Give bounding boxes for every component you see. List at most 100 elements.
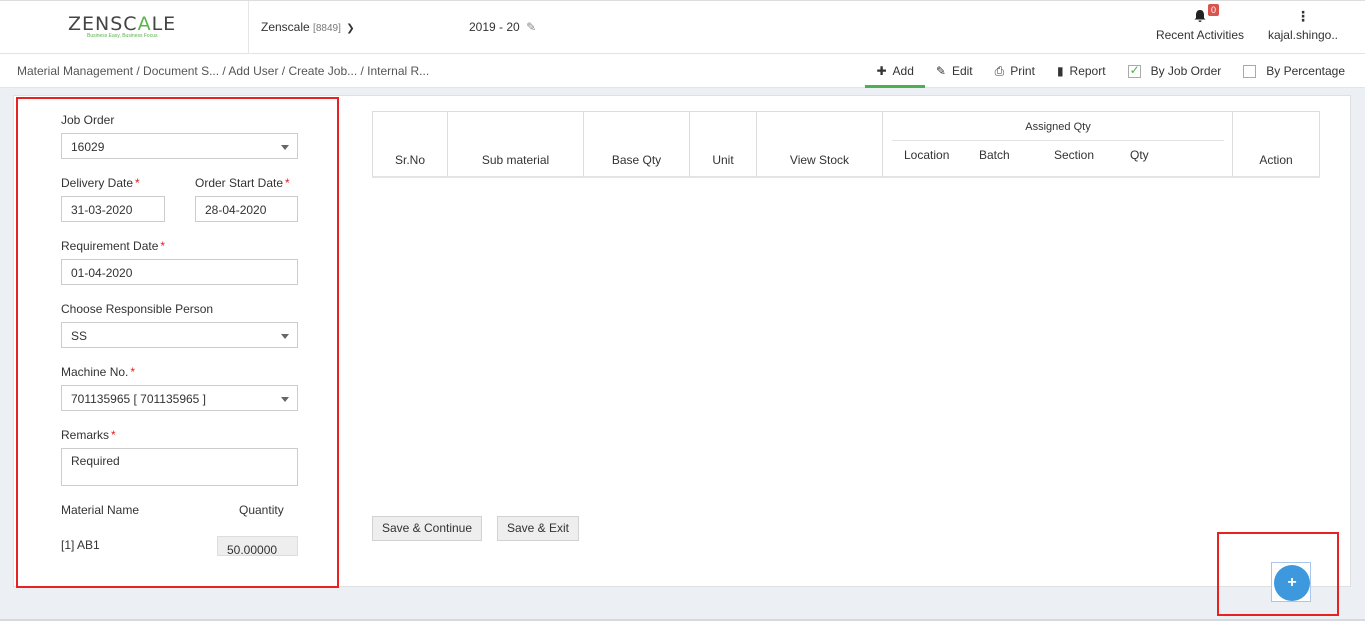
job-order-value: 16029 — [71, 140, 105, 154]
required-mark: * — [111, 428, 116, 442]
edit-button[interactable]: ✎ Edit — [936, 54, 973, 88]
company-name: Zenscale — [261, 20, 310, 34]
by-job-order-checkbox[interactable] — [1127, 63, 1141, 78]
recent-activities-label: Recent Activities — [1155, 28, 1245, 42]
col-sub-material: Sub material — [448, 112, 584, 177]
logo[interactable]: ZENSCALE — [68, 13, 176, 35]
requirement-date-input[interactable]: 01-04-2020 — [61, 259, 298, 285]
col-qty: Qty — [1130, 148, 1149, 162]
chevron-down-icon: ❯ — [346, 23, 355, 34]
edit-label: Edit — [951, 64, 973, 78]
col-action: Action — [1233, 112, 1319, 177]
col-section: Section — [1054, 148, 1095, 162]
recent-activities[interactable]: Recent Activities — [1150, 9, 1250, 42]
required-mark: * — [285, 176, 290, 190]
remarks-label: Remarks * — [61, 428, 116, 442]
remarks-textarea[interactable]: Required — [61, 448, 298, 486]
col-base-qty: Base Qty — [584, 112, 690, 177]
col-location: Location — [904, 148, 950, 162]
report-button[interactable]: ▮ Report — [1057, 54, 1106, 88]
col-unit: Unit — [690, 112, 757, 177]
caret-down-icon — [281, 334, 289, 339]
col-base-qty-label: Base Qty — [611, 153, 662, 167]
col-batch: Batch — [979, 148, 1010, 162]
responsible-person-select[interactable]: SS — [61, 322, 298, 348]
required-mark: * — [130, 365, 136, 379]
assigned-qty-header: Assigned Qty — [1025, 121, 1091, 133]
more-vertical-icon[interactable]: ⋮ — [1262, 9, 1344, 23]
job-order-select[interactable]: 16029 — [61, 133, 298, 159]
company-code: [8849] — [313, 23, 341, 34]
bell-icon — [1194, 10, 1206, 22]
save-continue-button[interactable]: Save & Continue — [372, 516, 482, 541]
fiscal-year[interactable]: 2019 - 20 ✎ — [469, 20, 536, 34]
order-start-date-input[interactable]: 28-04-2020 — [195, 196, 298, 222]
add-label: Add — [892, 64, 914, 78]
plus-icon: + — [1274, 565, 1310, 601]
by-percentage-checkbox[interactable] — [1243, 64, 1257, 78]
edit-icon[interactable]: ✎ — [526, 20, 536, 34]
col-view-stock: View Stock — [757, 112, 883, 177]
by-percentage-label: By Percentage — [1266, 64, 1345, 78]
user-menu[interactable]: ⋮ kajal.shingo.. — [1262, 9, 1344, 42]
caret-down-icon — [281, 145, 289, 150]
machine-no-select[interactable]: 701135965 [ 701135965 ] — [61, 385, 298, 411]
caret-down-icon — [281, 397, 289, 402]
user-name: kajal.shingo.. — [1267, 28, 1339, 42]
order-start-date-label-text: Order Start Date — [195, 176, 284, 190]
save-exit-button[interactable]: Save & Exit — [497, 516, 579, 541]
print-icon: ⎙ — [994, 63, 1005, 78]
required-mark: * — [160, 239, 166, 253]
responsible-person-value: SS — [71, 329, 88, 343]
add-fab-button[interactable]: + — [1271, 562, 1311, 602]
col-action-label: Action — [1259, 153, 1293, 167]
delivery-date-label: Delivery Date * — [61, 176, 140, 190]
file-icon: ▮ — [1056, 64, 1064, 78]
add-button[interactable]: ✚ Add — [865, 54, 926, 88]
material-item-name: [1] AB1 — [61, 538, 100, 552]
material-name-header: Material Name — [61, 503, 140, 517]
delivery-date-input[interactable]: 31-03-2020 — [61, 196, 165, 222]
assigned-qty-divider — [892, 140, 1224, 141]
col-sr-no-label: Sr.No — [394, 153, 425, 167]
col-unit-label: Unit — [712, 153, 734, 167]
requirement-date-label-text: Requirement Date — [61, 239, 159, 253]
responsible-person-label: Choose Responsible Person — [61, 302, 214, 316]
report-label: Report — [1069, 64, 1106, 78]
order-start-date-label: Order Start Date * — [195, 176, 290, 190]
order-start-date-value: 28-04-2020 — [205, 203, 267, 217]
col-sr-no: Sr.No — [373, 112, 448, 177]
plus-icon: ✚ — [876, 64, 887, 78]
machine-no-label: Machine No. * — [61, 365, 135, 379]
remarks-value: Required — [71, 454, 120, 468]
remarks-label-text: Remarks — [61, 428, 110, 442]
job-order-label: Job Order — [61, 113, 115, 127]
by-job-order-label: By Job Order — [1150, 64, 1222, 78]
machine-no-label-text: Machine No. — [61, 365, 129, 379]
col-view-stock-label: View Stock — [789, 153, 850, 167]
fiscal-year-value: 2019 - 20 — [469, 20, 520, 34]
logo-area: ZENSCALE Business Easy, Business Focus — [0, 1, 249, 54]
print-label: Print — [1010, 64, 1035, 78]
company-selector[interactable]: Zenscale [8849] ❯ — [261, 20, 355, 34]
sub-header: Material Management / Document S... / Ad… — [0, 54, 1365, 88]
material-quantity-value: 50.00000 — [227, 543, 278, 557]
edit-icon: ✎ — [935, 64, 946, 78]
requirement-date-label: Requirement Date * — [61, 239, 165, 253]
delivery-date-label-text: Delivery Date — [61, 176, 134, 190]
notification-badge: 0 — [1208, 4, 1220, 16]
required-mark: * — [135, 176, 140, 190]
toolbar: ✚ Add ✎ Edit ⎙ Print ▮ Report By Job Order B… — [854, 54, 1345, 88]
logo-tagline: Business Easy, Business Focus — [87, 33, 158, 39]
requirement-date-value: 01-04-2020 — [71, 266, 133, 280]
app-header: ZENSCALE Business Easy, Business Focus Z… — [0, 0, 1365, 54]
delivery-date-value: 31-03-2020 — [71, 203, 133, 217]
material-quantity-field: 50.00000 — [217, 536, 298, 557]
breadcrumb[interactable]: Material Management / Document S... / Ad… — [17, 64, 429, 78]
print-button[interactable]: ⎙ Print — [995, 54, 1035, 88]
by-percentage-toggle[interactable]: By Percentage — [1243, 54, 1345, 88]
quantity-header: Quantity — [239, 503, 284, 517]
machine-no-value: 701135965 [ 701135965 ] — [71, 392, 207, 406]
col-sub-material-label: Sub material — [481, 153, 550, 167]
by-job-order-toggle[interactable]: By Job Order — [1127, 54, 1222, 88]
